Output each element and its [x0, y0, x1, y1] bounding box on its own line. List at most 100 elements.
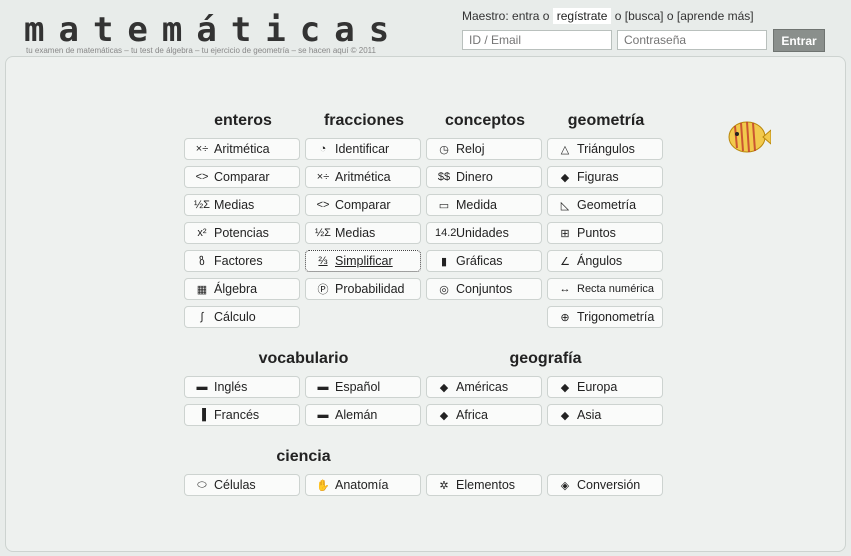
fish-mascot-icon [728, 121, 771, 153]
fracciones-medias-button[interactable]: ½Σ Medias [305, 222, 421, 244]
enteros-potencias-button[interactable]: x² Potencias [184, 222, 300, 244]
conceptos-graficas-button[interactable]: ▮ Gráficas [426, 250, 542, 272]
button-label: Probabilidad [335, 282, 405, 296]
button-label: Gráficas [456, 254, 503, 268]
button-label: Geometría [577, 198, 637, 212]
power-icon: x² [197, 227, 207, 239]
geometria-angulos-button[interactable]: ∠ Ángulos [547, 250, 663, 272]
fracciones-comparar-button[interactable]: <> Comparar [305, 194, 421, 216]
mean-icon: ½Σ [315, 227, 331, 239]
password-field[interactable] [617, 30, 767, 50]
button-label: Ángulos [577, 254, 623, 268]
shapes-icon: ◆ [560, 171, 570, 184]
ciencia-elementos-button[interactable]: ✲ Elementos [426, 474, 542, 496]
hand-icon: ✋ [316, 479, 330, 492]
button-label: Medias [335, 226, 376, 240]
multiply-divide-icon: ×÷ [195, 143, 209, 155]
cell-icon: ⬭ [197, 478, 207, 491]
tagline: tu examen de matemáticas – tu test de ál… [26, 46, 376, 55]
button-label: Conversión [577, 478, 641, 492]
integral-icon: ∫ [200, 311, 204, 323]
fracciones-aritmetica-button[interactable]: ×÷ Aritmética [305, 166, 421, 188]
vocabulario-frances-button[interactable]: ▐ Francés [184, 404, 300, 426]
button-label: Medida [456, 198, 497, 212]
mean-icon: ½Σ [194, 199, 210, 211]
button-label: Identificar [335, 142, 390, 156]
ciencia-conversion-button[interactable]: ◈ Conversión [547, 474, 663, 496]
ciencia-celulas-button[interactable]: ⬭ Células [184, 474, 300, 496]
clock-icon: ◷ [439, 143, 449, 156]
search-link[interactable]: [busca] [625, 9, 664, 23]
vocabulario-espanol-button[interactable]: ▬ Español [305, 376, 421, 398]
button-label: Células [214, 478, 256, 492]
section-title-fracciones: fracciones [323, 112, 405, 129]
geometria-trigonometria-button[interactable]: ⊕ Trigonometría [547, 306, 663, 328]
button-label: Unidades [456, 226, 509, 240]
enteros-algebra-button[interactable]: ▦ Álgebra [184, 278, 300, 300]
button-label: Conjuntos [456, 282, 513, 296]
enteros-medias-button[interactable]: ½Σ Medias [184, 194, 300, 216]
learn-more-link[interactable]: [aprende más] [677, 9, 754, 23]
probability-icon: Ⓟ [317, 284, 329, 296]
geometria-geometria-button[interactable]: ◺ Geometría [547, 194, 663, 216]
europe-map-icon: ◆ [560, 381, 570, 394]
conceptos-unidades-button[interactable]: 14.2 Unidades [426, 222, 542, 244]
nav-prefix: Maestro: entra o [462, 9, 550, 23]
button-label: Triángulos [577, 142, 635, 156]
fracciones-probabilidad-button[interactable]: Ⓟ Probabilidad [305, 278, 421, 300]
asia-map-icon: ◆ [560, 409, 570, 422]
conceptos-dinero-button[interactable]: $$ Dinero [426, 166, 542, 188]
enteros-factores-button[interactable]: ზ Factores [184, 250, 300, 272]
compare-icon: <> [195, 171, 209, 183]
conversion-icon: ◈ [560, 479, 570, 492]
angle-icon: ∠ [560, 255, 570, 268]
compare-icon: <> [316, 199, 330, 211]
button-label: Recta numérica [577, 283, 655, 295]
geografia-africa-button[interactable]: ◆ Africa [426, 404, 542, 426]
multiply-divide-icon: ×÷ [316, 171, 330, 183]
geometria-recta-numerica-button[interactable]: ↔ Recta numérica [547, 278, 663, 300]
vocabulario-ingles-button[interactable]: ▬ Inglés [184, 376, 300, 398]
pie-fraction-icon: ◔ [319, 143, 327, 155]
id-email-field[interactable] [462, 30, 612, 50]
button-label: Simplificar [335, 254, 393, 268]
geografia-asia-button[interactable]: ◆ Asia [547, 404, 663, 426]
ciencia-anatomia-button[interactable]: ✋ Anatomía [305, 474, 421, 496]
bar-chart-icon: ▮ [440, 255, 448, 268]
conceptos-reloj-button[interactable]: ◷ Reloj [426, 138, 542, 160]
section-title-ciencia: ciencia [276, 448, 331, 465]
button-label: Figuras [577, 170, 619, 184]
login-button[interactable]: Entrar [773, 29, 825, 52]
geometria-puntos-button[interactable]: ⊞ Puntos [547, 222, 663, 244]
geometria-triangulos-button[interactable]: △ Triángulos [547, 138, 663, 160]
section-title-vocabulario: vocabulario [258, 350, 349, 367]
button-label: Inglés [214, 380, 248, 394]
geometria-figuras-button[interactable]: ◆ Figuras [547, 166, 663, 188]
register-link[interactable]: regístrate [552, 8, 612, 24]
site-logo[interactable]: matemáticas [24, 10, 403, 50]
simplify-fraction-icon: ⅔ [318, 255, 328, 267]
uk-flag-icon: ▬ [196, 381, 208, 393]
fracciones-identificar-button[interactable]: ◔ Identificar [305, 138, 421, 160]
atom-icon: ✲ [439, 479, 449, 492]
geografia-europa-button[interactable]: ◆ Europa [547, 376, 663, 398]
americas-map-icon: ◆ [439, 381, 449, 394]
fracciones-simplificar-button[interactable]: ⅔ Simplificar [305, 250, 421, 272]
button-label: Africa [456, 408, 488, 422]
ruler-icon: ▭ [438, 199, 450, 212]
enteros-aritmetica-button[interactable]: ×÷ Aritmética [184, 138, 300, 160]
enteros-comparar-button[interactable]: <> Comparar [184, 166, 300, 188]
enteros-calculo-button[interactable]: ∫ Cálculo [184, 306, 300, 328]
vocabulario-aleman-button[interactable]: ▬ Alemán [305, 404, 421, 426]
button-label: Europa [577, 380, 618, 394]
top-nav: Maestro: entra o regístrate o [busca] o … [462, 8, 754, 24]
button-label: Aritmética [335, 170, 391, 184]
conceptos-medida-button[interactable]: ▭ Medida [426, 194, 542, 216]
factor-tree-icon: ზ [199, 255, 205, 268]
france-flag-icon: ▐ [198, 409, 206, 421]
button-label: Américas [456, 380, 509, 394]
button-label: Trigonometría [577, 310, 655, 324]
triangle-icon: △ [560, 143, 570, 156]
conceptos-conjuntos-button[interactable]: ◎ Conjuntos [426, 278, 542, 300]
geografia-americas-button[interactable]: ◆ Américas [426, 376, 542, 398]
